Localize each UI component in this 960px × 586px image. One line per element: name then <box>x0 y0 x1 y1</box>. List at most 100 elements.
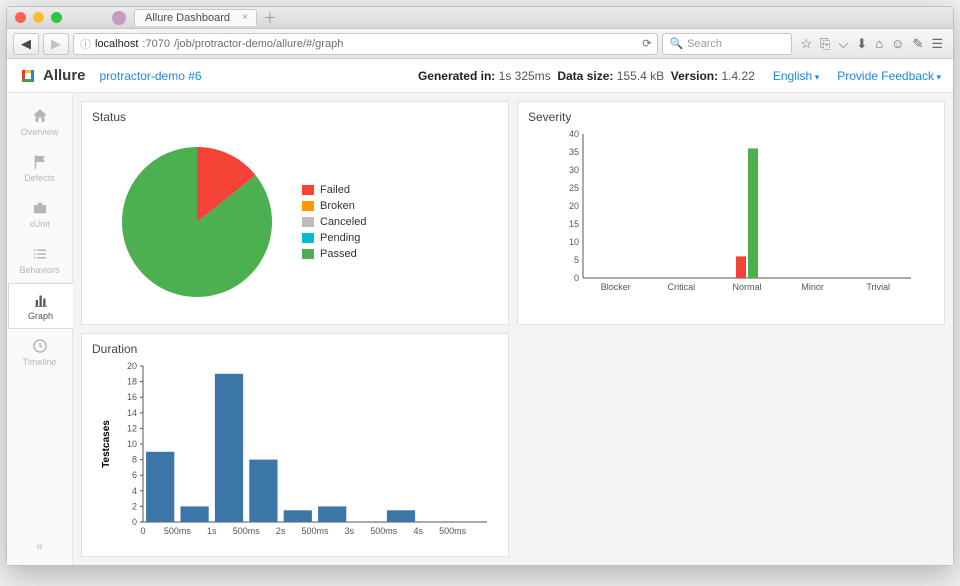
legend-item: Passed <box>302 248 366 260</box>
svg-text:18: 18 <box>127 377 137 387</box>
sidebar-item-overview[interactable]: Overview <box>7 99 72 145</box>
sidebar-item-label: xUnit <box>29 219 50 229</box>
legend-swatch <box>302 233 314 243</box>
svg-text:20: 20 <box>127 361 137 371</box>
svg-text:0: 0 <box>574 273 579 283</box>
svg-text:500ms: 500ms <box>164 526 192 536</box>
url-path: /job/protractor-demo/allure/#/graph <box>174 38 343 50</box>
legend-label: Pending <box>320 232 360 244</box>
svg-text:16: 16 <box>127 392 137 402</box>
app-body: Overview Defects xUnit Behaviors Graph <box>7 93 953 565</box>
zoom-window-button[interactable] <box>51 12 62 23</box>
bookmark-icon[interactable]: ☆ <box>800 36 812 52</box>
svg-text:15: 15 <box>569 219 579 229</box>
browser-window: Allure Dashboard × ＋ ◀ ▶ ⓘ localhost :707… <box>6 6 954 566</box>
site-info-icon[interactable]: ⓘ <box>80 36 91 52</box>
sidebar-item-defects[interactable]: Defects <box>7 145 72 191</box>
status-legend: Failed Broken Canceled Pending Passed <box>302 184 366 260</box>
card-title: Status <box>92 110 498 124</box>
clock-icon <box>31 337 49 355</box>
close-tab-icon[interactable]: × <box>242 12 248 23</box>
devtools-icon[interactable]: ✎ <box>912 36 923 52</box>
svg-text:10: 10 <box>127 439 137 449</box>
browser-search-box[interactable]: 🔍 Search <box>662 33 792 55</box>
tab-title: Allure Dashboard <box>145 12 230 24</box>
legend-item: Pending <box>302 232 366 244</box>
flag-icon <box>31 153 49 171</box>
legend-label: Passed <box>320 248 357 260</box>
svg-text:500ms: 500ms <box>301 526 329 536</box>
svg-text:30: 30 <box>569 165 579 175</box>
profile-avatar-icon <box>112 11 126 25</box>
allure-logo-icon <box>19 67 37 85</box>
close-window-button[interactable] <box>15 12 26 23</box>
legend-item: Canceled <box>302 216 366 228</box>
brand-name: Allure <box>43 67 86 84</box>
svg-text:0: 0 <box>132 517 137 527</box>
legend-label: Failed <box>320 184 350 196</box>
svg-text:3s: 3s <box>345 526 355 536</box>
macos-titlebar: Allure Dashboard × ＋ <box>7 7 953 29</box>
forward-button[interactable]: ▶ <box>43 33 69 55</box>
svg-text:2s: 2s <box>276 526 286 536</box>
browser-tab[interactable]: Allure Dashboard × <box>134 9 257 26</box>
severity-card: Severity 0510152025303540BlockerCritical… <box>517 101 945 325</box>
smiley-icon[interactable]: ☺ <box>891 36 904 51</box>
svg-text:8: 8 <box>132 455 137 465</box>
svg-text:40: 40 <box>569 129 579 139</box>
app-header: Allure protractor-demo #6 Generated in: … <box>7 59 953 93</box>
status-card: Status Failed Broken Canceled Pending Passed <box>81 101 509 325</box>
card-title: Severity <box>528 110 934 124</box>
bar-chart-icon <box>32 291 50 309</box>
collapse-sidebar-button[interactable]: « <box>36 539 43 553</box>
minimize-window-button[interactable] <box>33 12 44 23</box>
sidebar-item-graph[interactable]: Graph <box>8 283 73 329</box>
sidebar-item-label: Graph <box>28 311 53 321</box>
sidebar-item-timeline[interactable]: Timeline <box>7 329 72 375</box>
home-icon[interactable]: ⌂ <box>875 36 883 51</box>
svg-text:10: 10 <box>569 237 579 247</box>
breadcrumb-link[interactable]: protractor-demo #6 <box>100 69 202 83</box>
svg-text:6: 6 <box>132 470 137 480</box>
reload-icon[interactable]: ⟳ <box>642 37 651 50</box>
svg-text:Testcases: Testcases <box>101 420 112 468</box>
legend-label: Canceled <box>320 216 366 228</box>
language-selector[interactable]: English <box>773 69 819 83</box>
sidebar-item-label: Behaviors <box>19 265 59 275</box>
url-host: localhost <box>95 38 138 50</box>
pocket-icon[interactable]: ⌵ <box>839 36 849 52</box>
new-tab-button[interactable]: ＋ <box>263 8 277 28</box>
search-placeholder: Search <box>687 38 722 50</box>
svg-text:5: 5 <box>574 255 579 265</box>
svg-text:Blocker: Blocker <box>601 282 631 292</box>
downloads-icon[interactable]: ⬇ <box>856 36 867 52</box>
svg-text:12: 12 <box>127 423 137 433</box>
share-icon[interactable]: ⎘ <box>820 36 830 52</box>
sidebar-item-xunit[interactable]: xUnit <box>7 191 72 237</box>
svg-text:Minor: Minor <box>801 282 824 292</box>
feedback-link[interactable]: Provide Feedback <box>837 69 941 83</box>
legend-swatch <box>302 201 314 211</box>
list-icon <box>31 245 49 263</box>
traffic-lights <box>15 12 62 23</box>
svg-text:500ms: 500ms <box>370 526 398 536</box>
legend-swatch <box>302 249 314 259</box>
side-nav: Overview Defects xUnit Behaviors Graph <box>7 93 73 565</box>
svg-text:Critical: Critical <box>668 282 696 292</box>
svg-text:2: 2 <box>132 501 137 511</box>
url-bar[interactable]: ⓘ localhost :7070/job/protractor-demo/all… <box>73 33 658 55</box>
menu-icon[interactable]: ☰ <box>931 36 943 52</box>
back-button[interactable]: ◀ <box>13 33 39 55</box>
briefcase-icon <box>31 199 49 217</box>
allure-app: Allure protractor-demo #6 Generated in: … <box>7 59 953 565</box>
header-stats: Generated in: 1s 325ms Data size: 155.4 … <box>418 69 755 83</box>
sidebar-item-behaviors[interactable]: Behaviors <box>7 237 72 283</box>
search-icon: 🔍 <box>669 37 683 50</box>
legend-label: Broken <box>320 200 355 212</box>
severity-bar-chart: 0510152025303540BlockerCriticalNormalMin… <box>528 128 934 298</box>
sidebar-item-label: Timeline <box>23 357 57 367</box>
browser-toolbar: ◀ ▶ ⓘ localhost :7070/job/protractor-demo… <box>7 29 953 59</box>
url-port: :7070 <box>142 38 170 50</box>
svg-text:Normal: Normal <box>732 282 761 292</box>
svg-text:500ms: 500ms <box>233 526 261 536</box>
